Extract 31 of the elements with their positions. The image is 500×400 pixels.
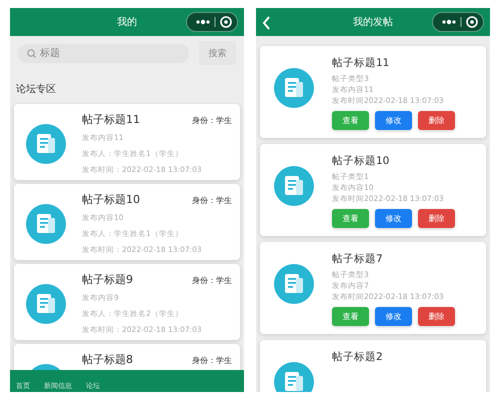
delete-button[interactable]: 删除 <box>418 111 455 130</box>
post-identity: 身份：学生 <box>192 355 232 366</box>
post-title: 帖子标题10 <box>332 154 390 168</box>
post-title: 帖子标题9 <box>82 272 133 287</box>
search-icon <box>27 48 36 58</box>
page-title: 我的 <box>117 16 137 29</box>
post-title: 帖子标题2 <box>332 350 384 364</box>
back-icon[interactable] <box>262 15 271 31</box>
section-title: 论坛专区 <box>15 82 57 97</box>
search-button[interactable]: 搜索 <box>199 41 236 65</box>
edit-button[interactable]: 修改 <box>375 111 412 130</box>
post-title: 帖子标题11 <box>82 112 140 127</box>
menu-capsule-icon[interactable] <box>186 12 238 32</box>
view-button[interactable]: 查看 <box>332 209 369 228</box>
edit-button[interactable]: 修改 <box>375 307 412 326</box>
post-title: 帖子标题7 <box>332 252 384 266</box>
post-title: 帖子标题11 <box>332 56 390 70</box>
delete-button[interactable]: 删除 <box>418 209 455 228</box>
view-button[interactable]: 查看 <box>332 307 369 326</box>
post-card[interactable]: 帖子标题8 身份：学生 <box>14 344 240 370</box>
view-button[interactable]: 查看 <box>332 111 369 130</box>
search-field[interactable]: 标题 <box>18 44 189 62</box>
post-identity: 身份：学生 <box>192 115 232 126</box>
post-title: 帖子标题8 <box>82 352 133 367</box>
menu-capsule-icon[interactable] <box>432 12 484 32</box>
post-title: 帖子标题10 <box>82 192 140 207</box>
page-title: 我的发帖 <box>353 16 393 29</box>
post-identity: 身份：学生 <box>192 275 232 286</box>
post-identity: 身份：学生 <box>192 195 232 206</box>
edit-button[interactable]: 修改 <box>375 209 412 228</box>
delete-button[interactable]: 删除 <box>418 307 455 326</box>
